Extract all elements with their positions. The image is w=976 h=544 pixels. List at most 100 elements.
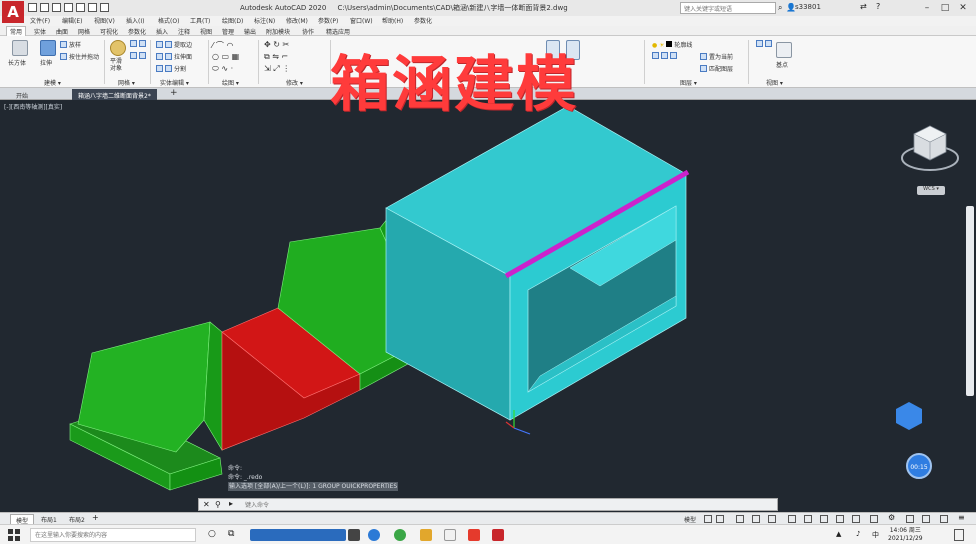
menu-window[interactable]: 窗口(W) (350, 16, 373, 25)
group-modify-title[interactable]: 修改 ▾ (286, 78, 303, 87)
taskbar-app-wps-icon[interactable] (468, 529, 480, 541)
add-layout-icon[interactable]: + (92, 513, 99, 522)
tab-surface[interactable]: 曲面 (56, 27, 68, 36)
hatch-icon[interactable]: ▦ (232, 52, 240, 61)
model-space-toggle[interactable]: 模型 (684, 515, 696, 524)
group-view-title[interactable]: 视图 ▾ (766, 78, 783, 87)
tray-network-icon[interactable]: ▲ (836, 530, 841, 538)
match-layer-button[interactable]: 匹配图层 (700, 64, 733, 73)
trim-icon[interactable]: ✂ (283, 40, 290, 49)
group-mesh-title[interactable]: 网格 ▾ (118, 78, 135, 87)
undo-icon[interactable] (88, 3, 97, 12)
menu-parametric-2[interactable]: 参数化 (414, 16, 432, 25)
smooth-object-button[interactable]: 平滑 对象 (110, 58, 122, 72)
draw-tools-row-2[interactable]: ○ ▭ ▦ (212, 52, 239, 61)
box-button[interactable]: 长方体 (8, 58, 26, 67)
minimize-button[interactable]: – (920, 1, 934, 15)
drawing-viewport[interactable]: [-][西南等轴测][真实] 箱涵建模 WCS ▾ 00:15 命令: 命令: … (0, 50, 976, 512)
print-icon[interactable] (76, 3, 85, 12)
user-name[interactable]: s33801 (795, 3, 821, 11)
base-point-button[interactable]: 基点 (776, 60, 788, 69)
line-icon[interactable]: ⁄ (212, 41, 213, 50)
tab-solid[interactable]: 实体 (34, 27, 46, 36)
mesh-tools-icon[interactable] (130, 40, 148, 48)
copy-icon[interactable]: ⧉ (264, 52, 270, 61)
arc-icon[interactable]: ◠ (226, 41, 233, 50)
menu-insert[interactable]: 插入(I) (126, 16, 144, 25)
windows-start-icon[interactable] (8, 529, 20, 541)
box-culvert[interactable] (385, 105, 690, 421)
viewcube-icon[interactable] (900, 120, 960, 180)
selection-cycling-icon[interactable] (852, 515, 860, 523)
taskbar-app-store-icon[interactable] (444, 529, 456, 541)
menu-modify[interactable]: 修改(M) (286, 16, 308, 25)
smooth-object-icon[interactable] (110, 40, 126, 56)
save-as-icon[interactable] (64, 3, 73, 12)
base-point-icon[interactable] (776, 42, 792, 58)
otrack-icon[interactable] (804, 515, 812, 523)
search-icon[interactable]: ⌕ (778, 3, 782, 13)
tab-output[interactable]: 输出 (244, 27, 256, 36)
close-command-icon[interactable]: ✕ (203, 500, 210, 509)
tab-manage[interactable]: 管理 (222, 27, 234, 36)
doc-tab-start[interactable]: 开始 (10, 89, 34, 100)
extrude-faces-button[interactable]: 拉伸面 (156, 52, 192, 61)
group-modeling-title[interactable]: 建模 ▾ (44, 78, 61, 87)
group-draw-title[interactable]: 绘图 ▾ (222, 78, 239, 87)
menu-format[interactable]: 格式(O) (158, 16, 179, 25)
tab-annotate[interactable]: 注释 (178, 27, 190, 36)
maximize-button[interactable]: □ (938, 1, 952, 15)
extrude-icon[interactable] (40, 40, 56, 56)
fillet-icon[interactable]: ⌐ (282, 52, 289, 61)
polyline-icon[interactable]: ⌒ (216, 41, 224, 50)
polar-icon[interactable] (752, 515, 760, 523)
lineweight-icon[interactable] (820, 515, 828, 523)
modify-tools-row-2[interactable]: ⧉ ⇋ ⌐ (264, 52, 288, 62)
menu-draw[interactable]: 绘图(D) (222, 16, 243, 25)
tab-addins[interactable]: 附加模块 (266, 27, 290, 36)
save-icon[interactable] (52, 3, 61, 12)
notification-center-icon[interactable] (954, 529, 964, 541)
view-tools[interactable] (756, 40, 774, 48)
taskbar-app-folder-icon[interactable] (348, 529, 360, 541)
navigation-bar[interactable] (966, 206, 974, 396)
osnap-icon[interactable] (788, 515, 796, 523)
ellipse-icon[interactable]: ⬭ (212, 64, 219, 73)
taskbar-app-video[interactable] (250, 529, 346, 541)
transparency-icon[interactable] (836, 515, 844, 523)
annotation-scale-icon[interactable] (870, 515, 878, 523)
workspace-gear-icon[interactable]: ⚙ (888, 513, 895, 522)
point-icon[interactable]: · (231, 64, 234, 73)
draw-tools-row-1[interactable]: ⁄ ⌒ ◠ (212, 40, 233, 51)
recording-timer[interactable]: 00:15 (906, 453, 932, 479)
tab-view[interactable]: 视图 (200, 27, 212, 36)
spline-icon[interactable]: ∿ (221, 64, 228, 73)
layer-tools-row[interactable] (652, 52, 679, 60)
array-icon[interactable]: ⋮ (282, 64, 290, 73)
group-solid-edit-title[interactable]: 实体编辑 ▾ (160, 78, 189, 87)
application-menu-button[interactable]: A (2, 1, 24, 23)
menu-help[interactable]: 帮助(H) (382, 16, 403, 25)
annotation-monitor-icon[interactable] (906, 515, 914, 523)
tab-parametric[interactable]: 参数化 (128, 27, 146, 36)
close-button[interactable]: ✕ (956, 1, 970, 15)
tray-ime-icon[interactable]: 中 (872, 530, 879, 540)
command-input[interactable] (245, 500, 765, 510)
menu-file[interactable]: 文件(F) (30, 16, 50, 25)
tab-mesh[interactable]: 网格 (78, 27, 90, 36)
tab-visualize[interactable]: 可视化 (100, 27, 118, 36)
customization-menu-icon[interactable]: ≡ (958, 513, 965, 522)
tray-clock[interactable]: 14:06 周三 2021/12/29 (888, 527, 923, 543)
taskbar-app-explorer-icon[interactable] (420, 529, 432, 541)
mirror-icon[interactable]: ⇋ (272, 52, 279, 61)
menu-parametric[interactable]: 参数(P) (318, 16, 338, 25)
rectangle-icon[interactable]: ▭ (222, 52, 230, 61)
extract-edges-button[interactable]: 提取边 (156, 40, 192, 49)
exchange-icon[interactable]: ⇄ (860, 2, 867, 11)
tray-volume-icon[interactable]: ♪ (856, 530, 860, 538)
help-search-input[interactable]: 键入关键字或短语 (680, 2, 776, 14)
redo-icon[interactable] (100, 3, 109, 12)
tab-home[interactable]: 常用 (6, 26, 27, 36)
stretch-icon[interactable]: ⇲ (264, 64, 271, 73)
left-wing-wall[interactable] (69, 321, 223, 491)
